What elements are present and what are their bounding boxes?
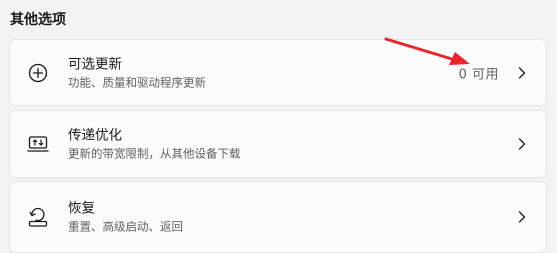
recovery-subtitle: 重置、高级启动、返回 bbox=[68, 219, 183, 234]
recovery-card[interactable]: 恢复 重置、高级启动、返回 bbox=[9, 181, 547, 253]
delivery-optimization-subtitle: 更新的带宽限制，从其他设备下载 bbox=[68, 146, 241, 161]
delivery-optimization-icon bbox=[26, 132, 50, 156]
delivery-optimization-title: 传递优化 bbox=[68, 127, 122, 144]
recovery-icon bbox=[26, 205, 50, 229]
recovery-title: 恢复 bbox=[68, 200, 95, 217]
optional-updates-subtitle: 功能、质量和驱动程序更新 bbox=[68, 75, 206, 89]
chevron-right-icon bbox=[516, 138, 528, 150]
plus-circle-icon bbox=[26, 61, 50, 85]
available-count: 0 可用 bbox=[458, 67, 499, 82]
section-title: 其他选项 bbox=[10, 12, 66, 28]
chevron-right-icon bbox=[516, 66, 528, 79]
optional-updates-title: 可选更新 bbox=[68, 56, 122, 72]
optional-updates-card[interactable]: 可选更新 功能、质量和驱动程序更新 0 可用 bbox=[9, 39, 547, 106]
chevron-right-icon bbox=[516, 211, 528, 223]
delivery-optimization-card[interactable]: 传递优化 更新的带宽限制，从其他设备下载 bbox=[9, 110, 547, 178]
